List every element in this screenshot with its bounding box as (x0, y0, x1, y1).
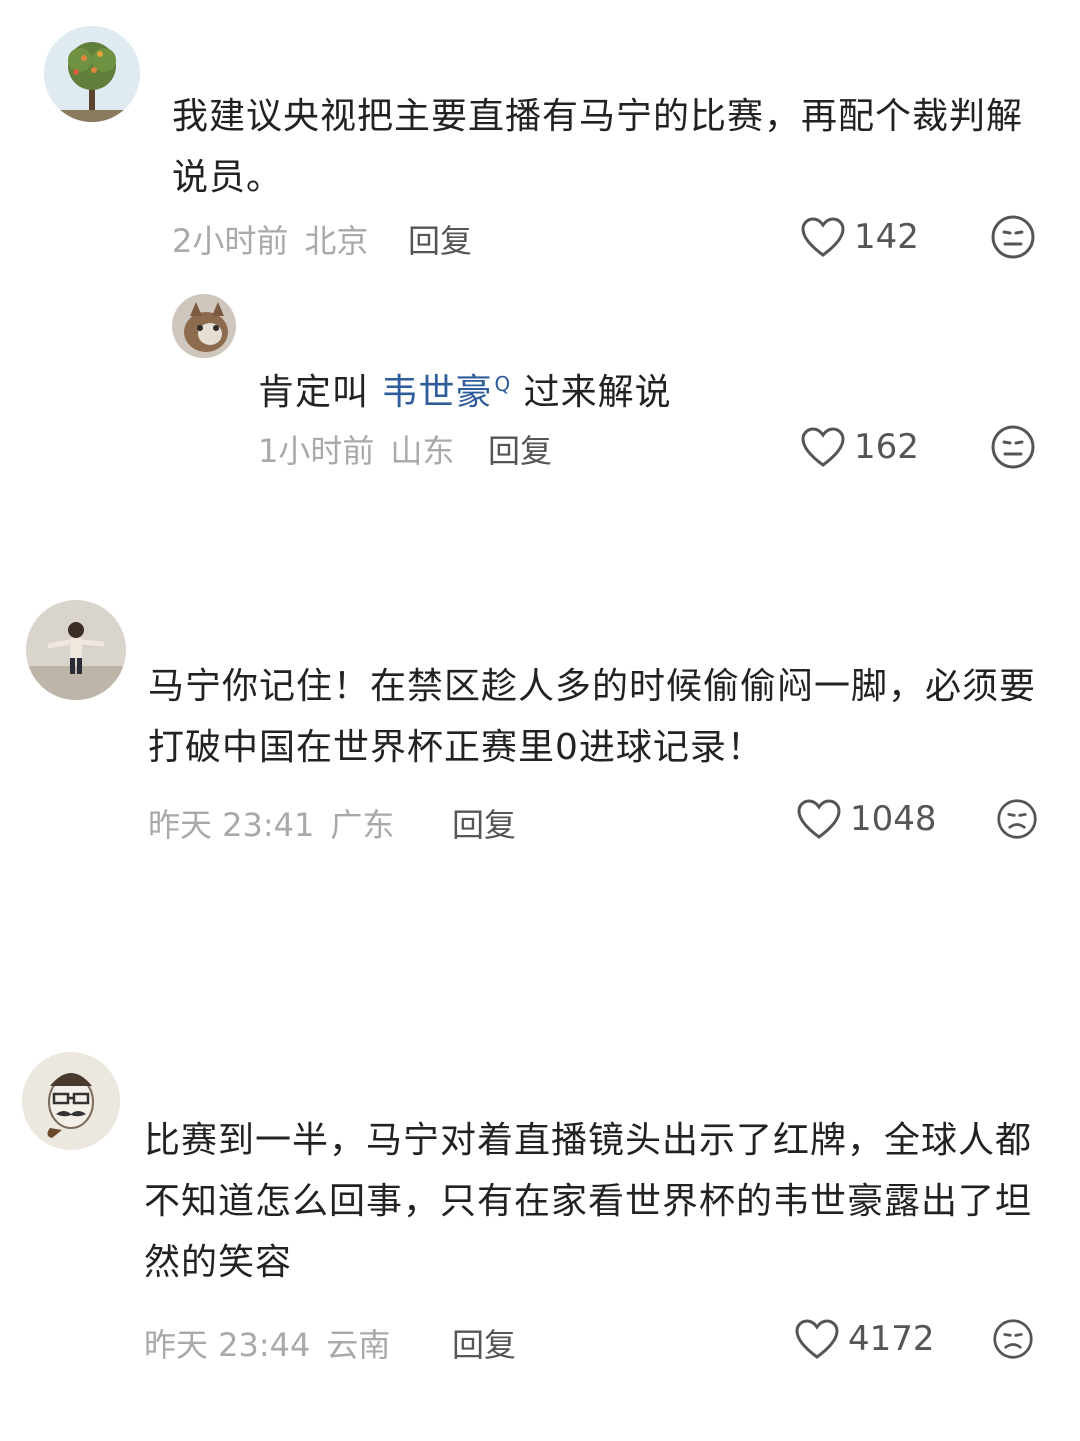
mention-name: 韦世豪 (381, 372, 493, 413)
comment-item: 比赛到一半，马宁对着直播镜头出示了红牌，全球人都不知道怎么回事，只有在家看世界杯… (0, 1040, 1080, 1380)
comment-text: 肯定叫 韦世豪 Q 过来解说 (258, 354, 1038, 423)
child-avatar-icon[interactable] (26, 600, 126, 700)
dislike-button[interactable] (992, 1318, 1034, 1360)
frown-face-icon (991, 215, 1035, 259)
tree-avatar-icon[interactable] (44, 26, 140, 122)
comment-location: 云南 (326, 1326, 391, 1364)
heart-icon (797, 799, 841, 839)
user-mention-link[interactable]: 韦世豪 Q (381, 372, 511, 413)
comment-meta: 昨天 23:44 云南 (144, 1320, 390, 1366)
like-count: 4172 (848, 1319, 935, 1359)
comment-text-prefix: 肯定叫 (258, 372, 382, 413)
search-marker-icon: Q (494, 372, 512, 396)
reply-button[interactable]: 回复 (452, 800, 516, 846)
like-button[interactable]: 142 (800, 216, 919, 258)
comment-time: 昨天 23:44 (144, 1326, 311, 1364)
heart-icon (801, 217, 845, 257)
dislike-button[interactable] (996, 798, 1038, 840)
comment-location: 广东 (330, 806, 395, 844)
like-count: 1048 (850, 799, 937, 839)
comment-location: 北京 (304, 222, 369, 260)
comment-time: 1小时前 (258, 432, 375, 470)
mustache-man-avatar-icon[interactable] (22, 1052, 120, 1150)
comment-item: 我建议央视把主要直播有马宁的比赛，再配个裁判解说员。 2小时前 北京 回复 142 (0, 0, 1080, 280)
reply-button[interactable]: 回复 (408, 216, 472, 262)
reply-button[interactable]: 回复 (452, 1320, 516, 1366)
comment-time: 昨天 23:41 (148, 806, 315, 844)
cat-avatar-icon[interactable] (172, 294, 236, 358)
frown-face-icon (993, 1319, 1033, 1359)
heart-icon (795, 1319, 839, 1359)
comment-meta: 2小时前 北京 (172, 216, 368, 262)
dislike-button[interactable] (990, 424, 1036, 470)
like-button[interactable]: 4172 (794, 1318, 935, 1360)
comment-text: 马宁你记住！在禁区趁人多的时候偷偷闷一脚，必须要打破中国在世界杯正赛里0进球记录… (148, 666, 1037, 768)
reply-comment-item: 肯定叫 韦世豪 Q 过来解说 1小时前 山东 回复 162 (0, 280, 1080, 510)
comment-location: 山东 (390, 432, 455, 470)
comment-item: 马宁你记住！在禁区趁人多的时候偷偷闷一脚，必须要打破中国在世界杯正赛里0进球记录… (0, 590, 1080, 870)
like-count: 142 (854, 217, 919, 257)
like-count: 162 (854, 427, 919, 467)
comment-meta: 昨天 23:41 广东 (148, 800, 394, 846)
like-button[interactable]: 1048 (796, 798, 937, 840)
comment-meta: 1小时前 山东 (258, 426, 454, 472)
comment-time: 2小时前 (172, 222, 289, 260)
frown-face-icon (997, 799, 1037, 839)
reply-button[interactable]: 回复 (488, 426, 552, 472)
comment-text: 比赛到一半，马宁对着直播镜头出示了红牌，全球人都不知道怎么回事，只有在家看世界杯… (144, 1120, 1033, 1283)
heart-icon (801, 427, 845, 467)
like-button[interactable]: 162 (800, 426, 919, 468)
frown-face-icon (991, 425, 1035, 469)
comment-text-suffix: 过来解说 (511, 372, 672, 413)
comment-text: 我建议央视把主要直播有马宁的比赛，再配个裁判解说员。 (172, 96, 1024, 198)
dislike-button[interactable] (990, 214, 1036, 260)
